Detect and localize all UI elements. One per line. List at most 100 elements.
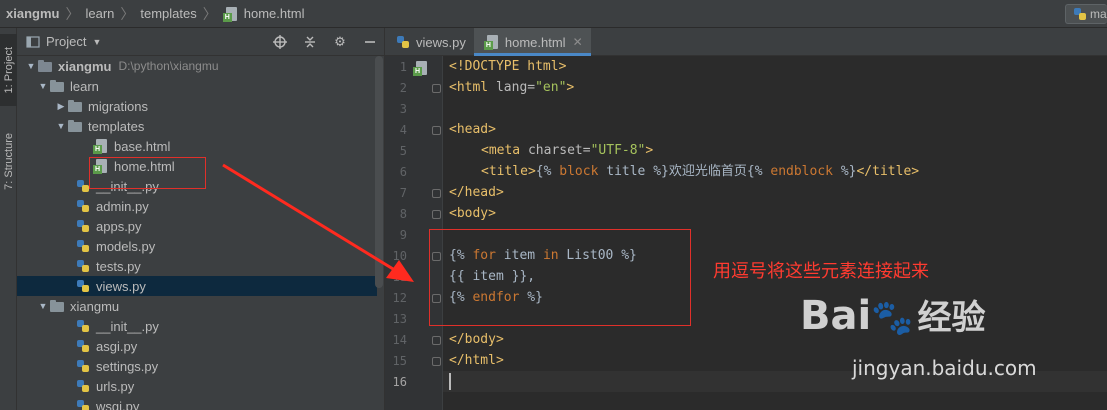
code-token: %} (840, 164, 857, 179)
tree-item-label: views.py (96, 278, 146, 294)
tree-item-templates[interactable]: ▼ templates (17, 116, 377, 136)
tree-item-admin-py[interactable]: admin.py (17, 196, 377, 216)
tree-item-label: learn (70, 78, 99, 94)
fold-marker-icon[interactable] (432, 357, 441, 366)
tree-item-tests-py[interactable]: tests.py (17, 256, 377, 276)
folder-icon (49, 298, 65, 314)
tree-item-asgi-py[interactable]: asgi.py (17, 336, 377, 356)
html-file-icon (93, 138, 109, 154)
project-panel-header: Project ▼ ⚙ (17, 28, 384, 56)
fold-marker-icon[interactable] (432, 189, 441, 198)
gear-icon[interactable]: ⚙ (332, 34, 348, 50)
paw-icon: 🐾 (871, 298, 914, 338)
code-line-8: <body> (449, 203, 496, 224)
line-number: 2 (399, 81, 407, 95)
tree-item-apps-py[interactable]: apps.py (17, 216, 377, 236)
text-caret (449, 373, 451, 390)
tool-window-strip: 1: Project 7: Structure (0, 28, 17, 410)
line-number: 6 (399, 165, 407, 179)
jingyan-logo-text: 经验 (917, 298, 986, 338)
tree-item-xiangmu-root[interactable]: ▼ xiangmu D:\python\xiangmu (17, 56, 377, 76)
breadcrumb-separator-icon: 〉 (120, 5, 135, 22)
annotation-box-home-html (89, 157, 206, 189)
line-number: 3 (399, 102, 407, 116)
folder-icon (67, 98, 83, 114)
baidu-logo: Bai🐾 经验 (800, 290, 986, 339)
python-file-icon (75, 278, 91, 294)
watermark-url: jingyan.baidu.com (852, 356, 1037, 380)
annotation-text: 用逗号将这些元素连接起来 (713, 261, 929, 282)
tree-item-views-py[interactable]: views.py (17, 276, 377, 296)
python-file-icon (75, 218, 91, 234)
tree-item-models-py[interactable]: models.py (17, 236, 377, 256)
tree-item-base-html[interactable]: base.html (17, 136, 377, 156)
tree-item-settings-py[interactable]: settings.py (17, 356, 377, 376)
tree-item-label: admin.py (96, 198, 149, 214)
chevron-down-icon[interactable]: ▼ (37, 301, 49, 311)
line-number: 13 (392, 312, 407, 326)
code-line-7: </head> (449, 182, 504, 203)
tree-item-urls-py[interactable]: urls.py (17, 376, 377, 396)
line-number: 12 (392, 291, 407, 305)
fold-marker-icon[interactable] (432, 84, 441, 93)
minimize-icon[interactable] (362, 34, 378, 50)
code-token: </html> (449, 353, 504, 368)
fold-marker-icon[interactable] (432, 210, 441, 219)
breadcrumb-xiangmu[interactable]: xiangmu (6, 6, 59, 21)
tree-item-wsgi-py[interactable]: wsgi.py (17, 396, 377, 410)
code-token: <html (449, 80, 496, 95)
chevron-down-icon[interactable]: ▼ (25, 61, 37, 71)
chevron-right-icon[interactable]: ▶ (55, 101, 67, 112)
python-icon (1072, 6, 1088, 22)
close-icon[interactable]: ✕ (573, 35, 583, 49)
tree-item-label: tests.py (96, 258, 141, 274)
locate-file-icon[interactable] (272, 34, 288, 50)
code-token: > (645, 143, 654, 158)
project-tool-tab[interactable]: 1: Project (0, 34, 17, 106)
chevron-down-icon[interactable]: ▼ (55, 121, 67, 131)
python-file-icon (75, 398, 91, 410)
folder-icon (67, 118, 83, 134)
tree-item-label: apps.py (96, 218, 142, 234)
collapse-all-icon[interactable] (302, 34, 318, 50)
code-line-15: </html> (449, 350, 504, 371)
tab-home-html[interactable]: home.html ✕ (473, 28, 591, 56)
run-configuration-selector[interactable]: ma (1065, 4, 1107, 24)
breadcrumb-learn[interactable]: learn (85, 6, 114, 21)
tree-item-label: migrations (88, 98, 148, 114)
tree-item-label: wsgi.py (96, 398, 140, 410)
tree-item-label: base.html (114, 138, 171, 154)
code-token: </title> (856, 164, 920, 179)
code-token: <title> (481, 164, 536, 179)
line-number: 10 (392, 249, 407, 263)
tab-views-py[interactable]: views.py (385, 28, 474, 56)
line-number: 8 (399, 207, 407, 221)
folder-icon (49, 78, 65, 94)
code-token: title %} (606, 164, 669, 179)
line-number: 15 (392, 354, 407, 368)
tree-item-label: __init__.py (96, 318, 159, 334)
project-scrollbar[interactable] (375, 56, 383, 288)
project-tool-tab-label: 1: Project (2, 46, 15, 94)
tree-item-xiangmu-init[interactable]: __init__.py (17, 316, 377, 336)
tree-item-migrations[interactable]: ▶ migrations (17, 96, 377, 116)
code-token: "UTF-8" (590, 143, 646, 158)
fold-marker-icon[interactable] (432, 126, 441, 135)
python-file-icon (395, 34, 411, 50)
chevron-down-icon[interactable]: ▼ (92, 37, 101, 47)
chevron-down-icon[interactable]: ▼ (37, 81, 49, 91)
code-line-5: <meta charset="UTF-8"> (481, 140, 653, 161)
breadcrumb-home-html[interactable]: home.html (222, 6, 304, 22)
tree-item-label: xiangmu (58, 58, 112, 74)
structure-tool-tab[interactable]: 7: Structure (0, 118, 17, 204)
project-panel: Project ▼ ⚙ ▼ xiangmu D:\python\xiangmu … (17, 28, 385, 410)
tree-item-xiangmu-package[interactable]: ▼ xiangmu (17, 296, 377, 316)
code-token: </head> (449, 185, 504, 200)
line-number: 11 (392, 270, 407, 284)
line-number: 5 (399, 144, 407, 158)
project-view-selector[interactable]: Project (46, 34, 86, 49)
fold-marker-icon[interactable] (432, 336, 441, 345)
breadcrumb-templates[interactable]: templates (140, 6, 196, 21)
tree-item-learn[interactable]: ▼ learn (17, 76, 377, 96)
code-token: block (559, 164, 607, 179)
